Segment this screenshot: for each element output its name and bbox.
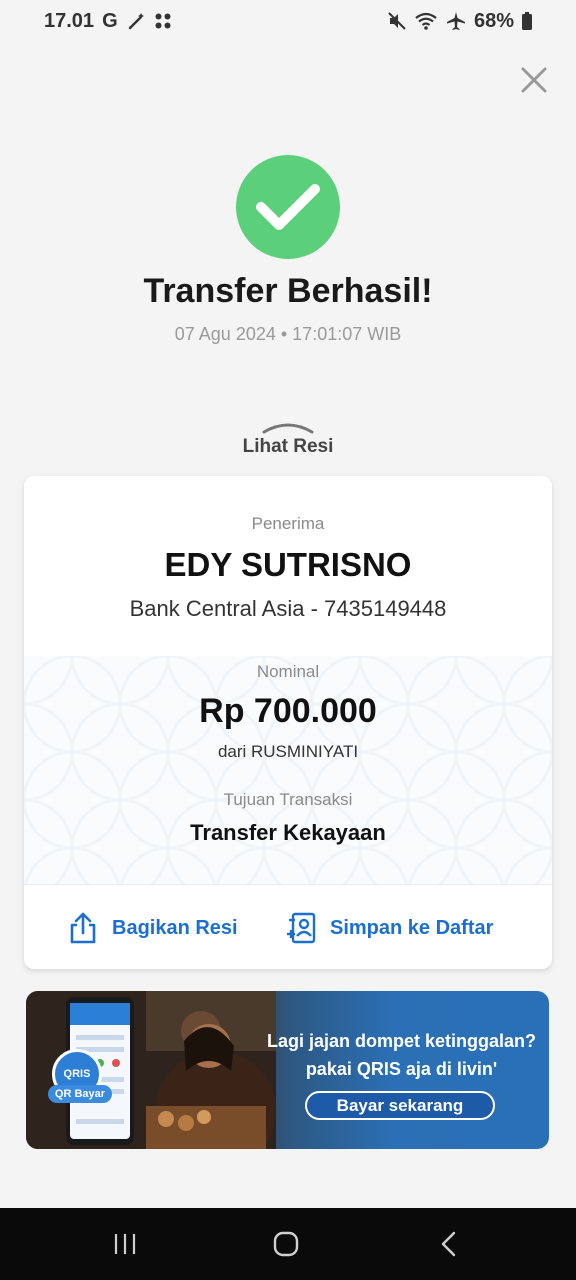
apps-icon — [154, 12, 172, 30]
receipt-card: Penerima EDY SUTRISNO Bank Central Asia … — [24, 476, 552, 969]
status-right: 68% — [388, 10, 532, 33]
purpose-label: Tujuan Transaksi — [223, 790, 353, 809]
home-button[interactable] — [266, 1228, 306, 1260]
transaction-datetime: 07 Agu 2024 • 17:01:07 WIB — [174, 324, 402, 344]
airplane-icon — [446, 11, 466, 31]
status-left: 17.01 G — [44, 10, 172, 33]
battery-percent: 68% — [473, 9, 514, 32]
receipt-actions: Bagikan Resi Simpan ke Daftar — [24, 884, 552, 969]
share-receipt-label: Bagikan Resi — [112, 916, 238, 939]
status-bar: 17.01 G 68% — [0, 0, 576, 42]
back-button[interactable] — [428, 1228, 468, 1260]
card-background-pattern — [24, 656, 552, 884]
share-receipt-button[interactable]: Bagikan Resi — [68, 912, 238, 944]
promo-banner[interactable]: QRIS QR Bayar Lagi jajan dompet ketingga… — [26, 991, 549, 1149]
banner-headline: Lagi jajan dompet ketinggalan? pakai QRI… — [254, 1027, 549, 1083]
recipient-label: Penerima — [251, 514, 325, 533]
banner-line-1: Lagi jajan dompet ketinggalan? — [266, 1031, 537, 1051]
recent-apps-icon — [114, 1234, 136, 1254]
recipient-bank-account: Bank Central Asia - 7435149448 — [129, 596, 447, 621]
view-receipt-label: Lihat Resi — [242, 436, 334, 457]
share-icon — [70, 912, 96, 944]
banner-line-2: pakai QRIS aja di livin' — [305, 1059, 498, 1079]
page-title: Transfer Berhasil! — [143, 272, 433, 310]
sender-name: dari RUSMINIYATI — [217, 742, 359, 761]
qr-bayar-label: QR Bayar — [48, 1085, 112, 1103]
save-to-list-label: Simpan ke Daftar — [330, 916, 494, 939]
back-icon — [441, 1231, 456, 1257]
view-receipt-toggle[interactable]: Lihat Resi — [0, 420, 576, 458]
status-time: 17.01 — [44, 9, 95, 32]
close-button[interactable] — [516, 62, 552, 98]
recent-apps-button[interactable] — [105, 1228, 145, 1260]
amount-label: Nominal — [256, 662, 320, 681]
wifi-icon — [414, 12, 438, 30]
recipient-name: EDY SUTRISNO — [164, 546, 412, 583]
home-icon — [273, 1231, 299, 1257]
close-icon — [521, 67, 547, 93]
battery-icon — [522, 12, 532, 30]
contact-add-icon — [287, 912, 316, 944]
purpose-value: Transfer Kekayaan — [190, 820, 386, 845]
mute-icon — [388, 12, 406, 30]
chevron-up-icon — [262, 423, 314, 434]
system-nav-bar — [0, 1208, 576, 1280]
check-circle-icon — [236, 155, 340, 259]
magic-wand-icon — [126, 11, 146, 31]
save-to-list-button[interactable]: Simpan ke Daftar — [286, 912, 493, 944]
network-indicator: G — [102, 9, 118, 32]
amount-value: Rp 700.000 — [199, 692, 377, 730]
pay-now-button[interactable]: Bayar sekarang — [305, 1091, 495, 1120]
